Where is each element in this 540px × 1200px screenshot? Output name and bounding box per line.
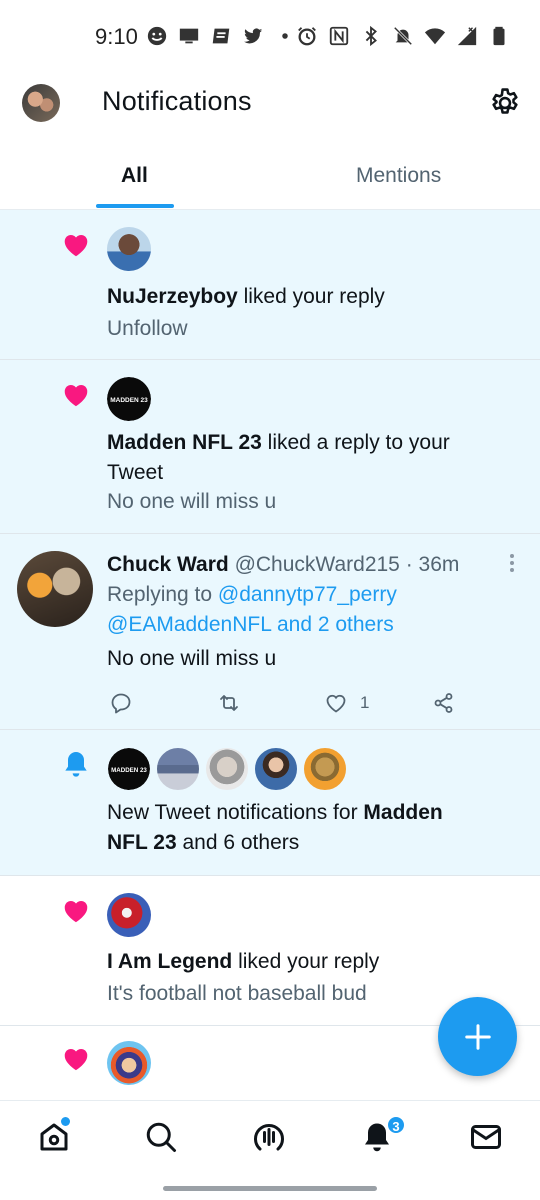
like-count: 1 (360, 693, 370, 712)
bottom-navigation: 3 (0, 1100, 540, 1200)
mention-link[interactable]: @dannytp77_perry (218, 583, 397, 606)
author-handle[interactable]: @ChuckWard215 (235, 553, 400, 576)
status-left-icons (146, 24, 296, 48)
mention-link[interactable]: @EAMaddenNFL (107, 613, 271, 636)
notification-text-continued: NFL 23 and 6 others (107, 828, 299, 858)
notification-detail: Unfollow (107, 317, 188, 340)
notification-action: liked your reply (243, 285, 385, 308)
status-time: 9:10 (95, 24, 138, 49)
notification-text: New Tweet notifications for Madden (107, 798, 443, 828)
more-options-icon[interactable] (505, 552, 519, 574)
notification-tabs: All Mentions (0, 150, 540, 210)
replying-to: Replying to @dannytp77_perry (107, 580, 397, 610)
account-name-continued[interactable]: NFL 23 (107, 831, 177, 854)
wifi-icon (424, 28, 446, 45)
account-name[interactable]: Madden (363, 801, 442, 824)
user-name[interactable]: I Am Legend (107, 950, 232, 973)
notification-action: liked your reply (238, 950, 380, 973)
others-link[interactable]: and 2 others (277, 613, 394, 636)
reply-icon (111, 693, 131, 714)
notification-text: I Am Legend liked your reply (107, 947, 379, 977)
avatar[interactable] (204, 746, 250, 792)
notification-item[interactable]: MADDEN 23 New Tweet notifications for Ma… (0, 730, 540, 876)
notification-detail: No one will miss u (107, 490, 277, 513)
gear-icon[interactable] (488, 86, 522, 120)
user-name[interactable]: Madden NFL 23 (107, 431, 262, 454)
gesture-bar[interactable] (163, 1186, 377, 1191)
alarm-icon (298, 27, 316, 46)
tweet-header: Chuck Ward @ChuckWard215 · 36m (107, 550, 459, 580)
plus-icon (464, 1023, 491, 1050)
like-button[interactable]: 1 (324, 690, 369, 716)
avatar[interactable] (155, 746, 201, 792)
notification-item[interactable]: MADDEN 23 Madden NFL 23 liked a reply to… (0, 360, 540, 534)
notification-action: New Tweet notifications for (107, 801, 358, 824)
tweet-reply[interactable]: Chuck Ward @ChuckWard215 · 36m Replying … (0, 534, 540, 730)
bell-off-icon (393, 26, 413, 46)
notification-text: NuJerzeyboy liked your reply (107, 282, 385, 312)
retweet-icon (220, 695, 238, 711)
share-button[interactable] (432, 690, 456, 716)
spaces-icon[interactable] (251, 1119, 287, 1155)
notification-action: liked a reply to your (267, 431, 450, 454)
avatar[interactable] (302, 746, 348, 792)
retweet-button[interactable] (217, 690, 241, 716)
compose-tweet-button[interactable] (438, 997, 517, 1076)
home-new-dot (61, 1117, 70, 1126)
battery-icon (493, 26, 505, 46)
nfc-icon (329, 26, 349, 46)
notification-suffix: and 6 others (182, 831, 300, 854)
bell-icon (65, 752, 87, 777)
notification-detail: It's football not baseball bud (107, 982, 367, 1005)
madden-logo-text: MADDEN 23 (111, 767, 147, 774)
page-title: Notifications (102, 86, 252, 116)
notification-text-continued: Tweet (107, 461, 164, 484)
avatar[interactable] (253, 746, 299, 792)
avatar[interactable] (17, 551, 93, 627)
heart-icon (64, 900, 88, 923)
tab-mentions[interactable]: Mentions (356, 164, 441, 188)
notifications-badge: 3 (386, 1115, 406, 1135)
replying-to-continued: @EAMaddenNFL and 2 others (107, 610, 394, 640)
avatar[interactable] (107, 1041, 151, 1085)
tweet-time: · 36m (405, 553, 460, 576)
madden-logo-avatar[interactable]: MADDEN 23 (106, 746, 152, 792)
share-icon (434, 693, 453, 713)
tab-all[interactable]: All (121, 164, 148, 188)
replying-label: Replying to (107, 583, 213, 606)
notification-text: Madden NFL 23 liked a reply to your (107, 428, 450, 458)
tweet-text: No one will miss u (107, 647, 277, 670)
dot-icon (282, 33, 288, 39)
signal-icon (457, 26, 477, 46)
avatar[interactable] (107, 227, 151, 271)
bluetooth-icon (365, 25, 377, 47)
heart-icon (64, 384, 88, 407)
avatar[interactable] (107, 893, 151, 937)
status-bar: 9:10 (0, 0, 540, 70)
notification-item[interactable]: NuJerzeyboy liked your reply Unfollow (0, 210, 540, 360)
user-name[interactable]: NuJerzeyboy (107, 285, 238, 308)
active-tab-indicator (96, 204, 174, 208)
smiley-icon (147, 26, 167, 46)
madden-logo-avatar[interactable]: MADDEN 23 (107, 377, 151, 421)
twitter-bird-icon (243, 28, 263, 44)
app-header (0, 70, 540, 138)
heart-icon (64, 234, 88, 257)
news-icon (212, 28, 230, 44)
reply-button[interactable] (109, 690, 133, 716)
profile-avatar[interactable] (22, 84, 60, 122)
heart-icon (64, 1048, 88, 1071)
monitor-icon (179, 28, 199, 44)
madden-logo-text: MADDEN 23 (110, 397, 148, 404)
messages-icon[interactable] (468, 1119, 504, 1155)
heart-outline-icon (326, 694, 346, 713)
search-icon[interactable] (143, 1119, 179, 1155)
status-right-icons (296, 24, 510, 48)
author-name[interactable]: Chuck Ward (107, 553, 229, 576)
